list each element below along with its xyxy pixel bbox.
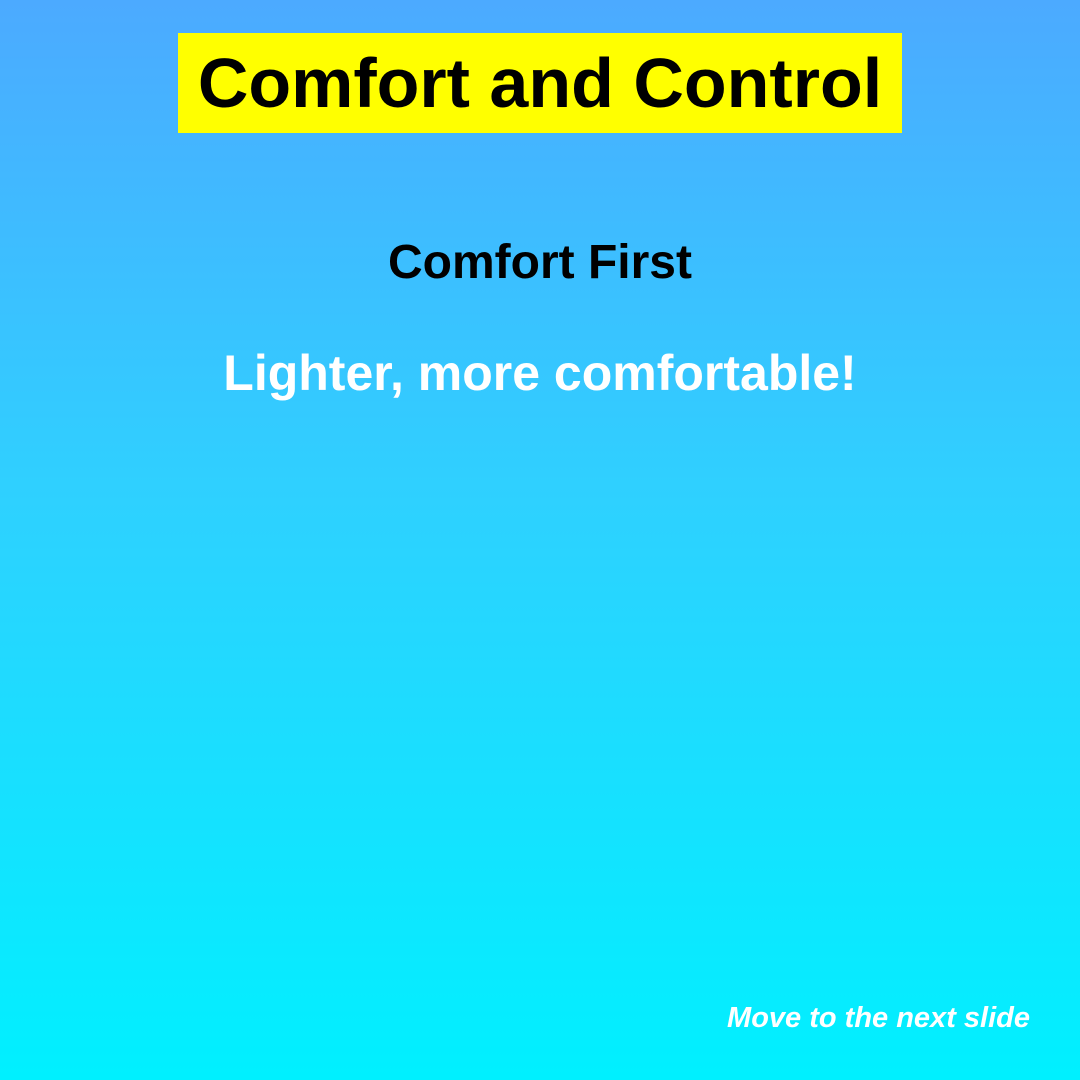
slide-title: Comfort and Control bbox=[197, 44, 883, 122]
title-highlight: Comfort and Control bbox=[178, 33, 902, 133]
slide-subtitle: Comfort First bbox=[388, 236, 692, 289]
next-slide-link[interactable]: Move to the next slide bbox=[727, 1000, 1030, 1036]
slide-tagline: Lighter, more comfortable! bbox=[223, 345, 857, 401]
slide: Comfort and Control Comfort First Lighte… bbox=[0, 0, 1080, 1080]
